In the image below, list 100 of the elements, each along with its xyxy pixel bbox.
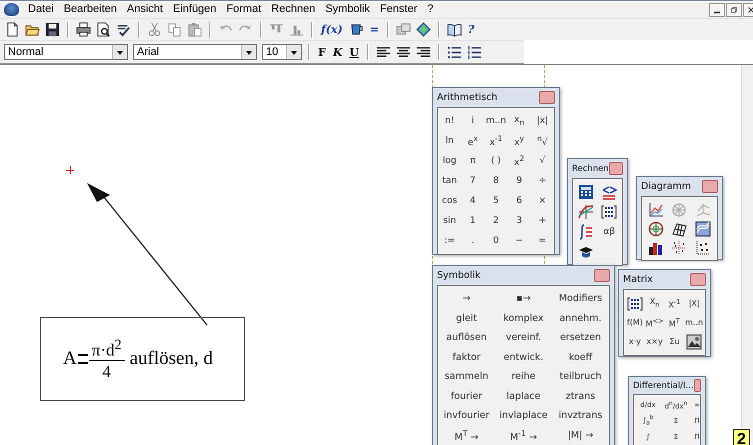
palette-button[interactable]: laplace bbox=[505, 388, 542, 404]
palette-button[interactable]: M$^{-1}$ → bbox=[508, 426, 538, 445]
palette-button[interactable]: αβ bbox=[602, 224, 616, 240]
line-chart-icon[interactable] bbox=[648, 202, 664, 218]
palette-button[interactable]: x$_{n}$ bbox=[513, 112, 526, 130]
app-logo-icon[interactable] bbox=[4, 3, 19, 16]
palette-button[interactable]: Σu bbox=[669, 335, 680, 348]
palette-button[interactable]: M$^{T}$ bbox=[668, 314, 680, 330]
palette-button[interactable]: x$^{y}$ bbox=[513, 131, 526, 151]
palette-button[interactable]: √ bbox=[538, 154, 546, 168]
palette-button[interactable]: m..n bbox=[484, 114, 508, 128]
scissors-icon[interactable] bbox=[147, 22, 162, 37]
palette-button[interactable]: gleit bbox=[455, 310, 478, 326]
toolbar-button[interactable]: U bbox=[347, 46, 361, 58]
palette-button[interactable]: 3 bbox=[515, 214, 524, 228]
picture-icon[interactable] bbox=[686, 334, 702, 350]
palette-button[interactable]: = bbox=[538, 234, 548, 248]
palette-button[interactable]: M$^{<>}$ bbox=[646, 314, 664, 330]
palette-button[interactable]: tan bbox=[441, 174, 458, 188]
palette-button[interactable]: Modifiers bbox=[558, 291, 604, 306]
palette-button[interactable]: 8 bbox=[492, 174, 500, 188]
toolbar-button[interactable]: ? bbox=[466, 23, 476, 36]
palette-button[interactable]: ln bbox=[444, 134, 455, 148]
menu-item[interactable]: Format bbox=[221, 2, 266, 17]
font-size-dropdown[interactable]: 10 bbox=[262, 44, 302, 60]
palette-button[interactable]: e$^{x}$ bbox=[466, 131, 479, 151]
menu-item[interactable]: Einfügen bbox=[168, 2, 222, 17]
palette-button[interactable]: 5 bbox=[492, 194, 500, 208]
palette-button[interactable]: cos bbox=[441, 194, 458, 208]
palette-button[interactable]: x$^{2}$ bbox=[513, 151, 526, 171]
matrix-icon[interactable] bbox=[626, 296, 643, 312]
palette-button[interactable]: |M| → bbox=[566, 428, 594, 443]
palette-button[interactable]: teilbruch bbox=[558, 369, 603, 384]
spell-check-icon[interactable] bbox=[116, 22, 131, 37]
palette-button[interactable]: ztrans bbox=[564, 388, 596, 404]
palette-button[interactable]: sammeln bbox=[444, 369, 490, 384]
toolbar-button[interactable]: f(x) bbox=[319, 23, 345, 36]
palette-button[interactable]: $^{n}$√ bbox=[536, 131, 549, 151]
scatter-plot-icon[interactable] bbox=[671, 240, 688, 256]
palette-button[interactable]: 0 bbox=[492, 234, 500, 248]
numbered-list-icon[interactable] bbox=[466, 44, 482, 60]
palette-button[interactable]: := bbox=[443, 234, 456, 248]
palette-button[interactable]: ▪→ bbox=[515, 291, 532, 306]
integral-icon[interactable] bbox=[578, 224, 594, 240]
palette-button[interactable]: − bbox=[514, 234, 524, 248]
palette-button[interactable]: sin bbox=[442, 214, 458, 228]
palette-button[interactable]: X$^{-1}$ bbox=[668, 296, 680, 312]
polar-plot-icon[interactable] bbox=[648, 220, 664, 236]
palette-button[interactable]: ( ) bbox=[490, 154, 502, 168]
new-document-icon[interactable] bbox=[5, 22, 20, 37]
palette-button[interactable]: auflösen bbox=[445, 330, 488, 346]
palette-button[interactable]: invfourier bbox=[442, 408, 490, 424]
menu-item[interactable]: Datei bbox=[23, 2, 59, 17]
align-left-icon[interactable] bbox=[376, 44, 391, 60]
palette-button[interactable]: invztrans bbox=[558, 408, 604, 424]
palette-button[interactable]: koeff bbox=[568, 350, 594, 365]
palette-button[interactable]: ersetzen bbox=[558, 330, 602, 346]
menu-item[interactable]: ? bbox=[422, 2, 438, 17]
palette-button[interactable]: fourier bbox=[450, 388, 484, 404]
toolbar-button[interactable]: = bbox=[368, 23, 381, 36]
palette-button[interactable]: 2 bbox=[492, 214, 500, 228]
palette-button[interactable]: i bbox=[470, 114, 476, 128]
save-icon[interactable] bbox=[45, 22, 60, 37]
palette-button[interactable]: 7 bbox=[468, 174, 477, 188]
palette-button[interactable]: 6 bbox=[515, 194, 524, 208]
palette-button[interactable]: log bbox=[442, 154, 458, 168]
palette-button[interactable]: . bbox=[470, 234, 476, 248]
palette-button[interactable]: entwick. bbox=[502, 350, 544, 365]
restore-button[interactable] bbox=[726, 2, 742, 16]
mesh-icon[interactable] bbox=[671, 220, 688, 236]
palette-button[interactable]: x$^{-1}$ bbox=[488, 131, 504, 151]
palette-button[interactable]: X$_{n}$ bbox=[650, 295, 660, 312]
paste-icon[interactable] bbox=[187, 22, 202, 37]
bullet-list-icon[interactable] bbox=[446, 44, 462, 60]
palette-button[interactable]: reihe bbox=[510, 369, 537, 384]
palette-button[interactable]: 9 bbox=[515, 174, 524, 188]
menu-item[interactable]: Ansicht bbox=[122, 2, 168, 17]
contour-icon[interactable] bbox=[695, 220, 712, 236]
matrix-icon[interactable] bbox=[601, 204, 618, 220]
palette-button[interactable]: |X| bbox=[688, 297, 700, 310]
palette-button[interactable]: ÷ bbox=[538, 174, 548, 188]
align-center-icon[interactable] bbox=[396, 44, 411, 60]
palette-button[interactable]: |x| bbox=[536, 114, 550, 128]
palette-button[interactable]: komplex bbox=[502, 310, 545, 326]
calculator-icon[interactable] bbox=[578, 184, 594, 200]
palette-button[interactable]: → bbox=[462, 291, 472, 306]
palette-button[interactable]: x·y bbox=[628, 335, 641, 348]
palette-button[interactable]: + bbox=[538, 214, 548, 228]
menu-item[interactable]: Symbolik bbox=[320, 2, 375, 17]
menu-item[interactable]: Rechnen bbox=[266, 2, 320, 17]
print-preview-icon[interactable] bbox=[96, 22, 111, 37]
minimize-button[interactable] bbox=[709, 2, 725, 16]
palette-button[interactable]: invlaplace bbox=[498, 408, 549, 424]
book-icon[interactable] bbox=[446, 22, 462, 37]
palette-button[interactable]: 1 bbox=[468, 214, 477, 228]
palette-button[interactable]: M$^{T}$ → bbox=[453, 426, 480, 445]
palette-button[interactable]: f(M) bbox=[626, 316, 643, 329]
inequality-icon[interactable] bbox=[601, 184, 618, 200]
palette-button[interactable]: n! bbox=[444, 114, 456, 128]
copy-icon[interactable] bbox=[167, 22, 182, 37]
